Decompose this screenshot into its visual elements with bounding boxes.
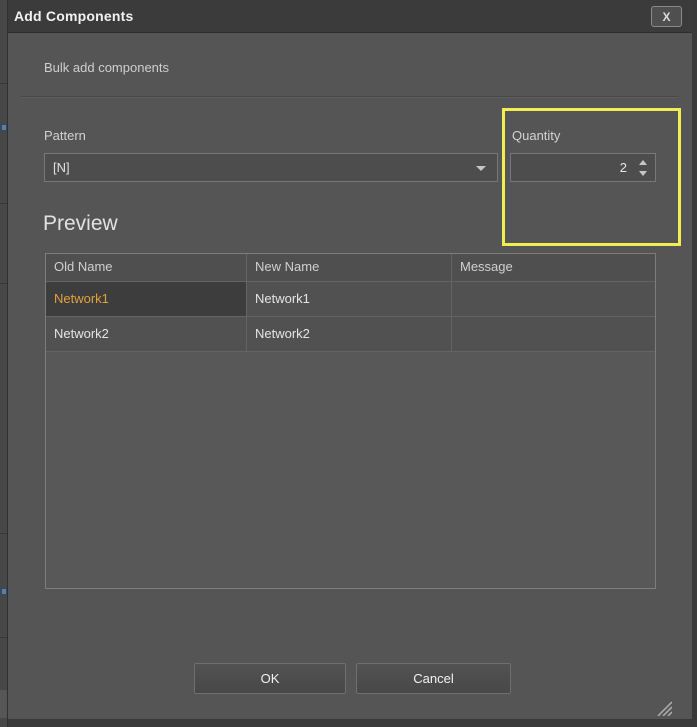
quantity-value: 2: [620, 160, 627, 175]
table-empty-area: [46, 352, 655, 588]
table-cell-new-name[interactable]: Network1: [247, 282, 452, 317]
separator: [20, 96, 678, 98]
cancel-button[interactable]: Cancel: [356, 663, 511, 694]
table-cell-message[interactable]: [452, 317, 655, 352]
quantity-stepper[interactable]: 2: [510, 153, 656, 182]
pattern-value: [N]: [53, 160, 70, 175]
background-app-edge: [0, 0, 8, 727]
table-cell-new-name[interactable]: Network2: [247, 317, 452, 352]
table-cell-message[interactable]: [452, 282, 655, 317]
pattern-label: Pattern: [44, 128, 86, 143]
dialog-title: Add Components: [14, 8, 133, 24]
quantity-label: Quantity: [512, 128, 560, 143]
table-cell-old-name[interactable]: Network2: [46, 317, 247, 352]
column-header-new-name[interactable]: New Name: [247, 254, 452, 282]
dialog-titlebar[interactable]: Add Components x: [8, 0, 692, 33]
background-app-divider: [0, 637, 7, 638]
ok-button[interactable]: OK: [194, 663, 346, 694]
close-button[interactable]: x: [651, 6, 682, 27]
background-app-divider: [0, 203, 7, 204]
column-header-old-name[interactable]: Old Name: [46, 254, 247, 282]
preview-table: Old Name New Name Message Network1 Netwo…: [45, 253, 656, 589]
background-app-divider: [0, 83, 7, 84]
dialog-subtitle: Bulk add components: [44, 60, 169, 75]
table-cell-old-name[interactable]: Network1: [46, 282, 247, 317]
column-header-message[interactable]: Message: [452, 254, 655, 282]
spinner-up-icon: [639, 160, 647, 165]
dialog-body: Bulk add components Pattern [N] Quantity…: [8, 34, 692, 719]
add-components-dialog: Add Components x Bulk add components Pat…: [8, 0, 697, 727]
resize-grip-icon[interactable]: [654, 698, 672, 716]
background-app-icon: [1, 588, 7, 595]
pattern-dropdown[interactable]: [N]: [44, 153, 498, 182]
chevron-down-icon: [476, 166, 486, 171]
background-app-divider: [0, 533, 7, 534]
background-app-divider: [0, 283, 7, 284]
background-app-icon: [1, 124, 7, 131]
quantity-decrement-button[interactable]: [636, 167, 650, 179]
spinner-down-icon: [639, 171, 647, 176]
preview-heading: Preview: [43, 212, 118, 236]
close-icon: x: [662, 11, 670, 23]
background-app-segment: [0, 690, 7, 718]
